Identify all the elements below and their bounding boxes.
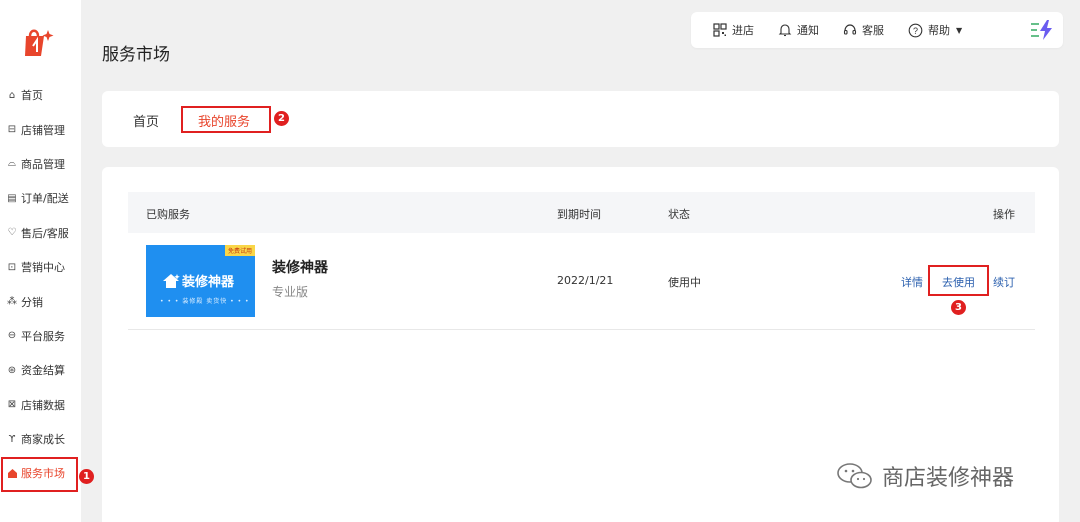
- step-badge-2: 2: [274, 111, 289, 126]
- qrcode-icon: [713, 23, 727, 37]
- highlight-box-market: [1, 457, 78, 492]
- app-logo: [22, 24, 56, 58]
- tab-home[interactable]: 首页: [133, 111, 159, 130]
- funds-icon: ⊛: [7, 364, 17, 376]
- sidebar-item-label: 资金结算: [21, 364, 65, 378]
- notify-button[interactable]: 通知: [778, 22, 819, 38]
- watermark-text: 商店装修神器: [882, 466, 1015, 491]
- thumbnail-subtitle: • • • 装修殿 卖货快 • • •: [160, 298, 250, 305]
- sidebar-item-home[interactable]: ⌂ 首页: [0, 78, 81, 112]
- sidebar-item-data[interactable]: ⊠ 店铺数据: [0, 388, 81, 422]
- sidebar-item-platform[interactable]: ⊖ 平台服务: [0, 319, 81, 353]
- sidebar: ⌂ 首页 ⊟ 店铺管理 ⌓ 商品管理 ▤ 订单/配送 ♡ 售后/客服 ⊡ 营销中…: [0, 0, 81, 522]
- store-icon: ⊟: [7, 124, 17, 136]
- sidebar-item-growth[interactable]: ϒ 商家成长: [0, 422, 81, 456]
- header-expire: 到期时间: [557, 208, 601, 221]
- sidebar-nav: ⌂ 首页 ⊟ 店铺管理 ⌓ 商品管理 ▤ 订单/配送 ♡ 售后/客服 ⊡ 营销中…: [0, 78, 81, 491]
- sidebar-item-aftersale[interactable]: ♡ 售后/客服: [0, 216, 81, 250]
- brand-bolt-icon[interactable]: [1031, 20, 1055, 43]
- top-toolbar: 进店 通知 客服 ? 帮助 ▼: [691, 12, 1063, 48]
- sidebar-item-orders[interactable]: ▤ 订单/配送: [0, 181, 81, 215]
- chevron-down-icon: ▼: [956, 25, 963, 35]
- home-icon: ⌂: [8, 89, 16, 101]
- service-icon: ♡: [7, 227, 17, 239]
- sidebar-item-label: 商家成长: [21, 433, 65, 447]
- enter-store-button[interactable]: 进店: [713, 22, 754, 38]
- help-dropdown[interactable]: ? 帮助 ▼: [908, 22, 962, 38]
- sidebar-item-products[interactable]: ⌓ 商品管理: [0, 147, 81, 181]
- sidebar-item-marketing[interactable]: ⊡ 营销中心: [0, 250, 81, 284]
- thumbnail-title-text: 装修神器: [182, 275, 235, 290]
- sidebar-item-distribution[interactable]: ⁂ 分销: [0, 284, 81, 318]
- sidebar-item-label: 售后/客服: [21, 226, 69, 240]
- sidebar-item-store[interactable]: ⊟ 店铺管理: [0, 112, 81, 146]
- service-thumbnail: 免费试用 装修神器 • • • 装修殿 卖货快 • • •: [146, 245, 255, 317]
- expire-date: 2022/1/21: [557, 274, 614, 287]
- highlight-box-my-services: [181, 106, 271, 133]
- sidebar-item-label: 订单/配送: [21, 192, 69, 206]
- help-icon: ?: [908, 23, 923, 37]
- highlight-box-use: [928, 265, 989, 296]
- table-row: 免费试用 装修神器 • • • 装修殿 卖货快 • • • 装修神器 专业版 2…: [128, 233, 1035, 330]
- sidebar-item-label: 营销中心: [21, 261, 65, 275]
- headset-icon: [843, 24, 857, 35]
- service-plan: 专业版: [272, 285, 309, 299]
- renew-link[interactable]: 续订: [993, 274, 1015, 290]
- marketing-icon: ⊡: [7, 261, 17, 273]
- status-text: 使用中: [668, 276, 701, 289]
- sidebar-item-label: 店铺管理: [21, 123, 65, 137]
- page-title: 服务市场: [102, 45, 170, 65]
- support-button[interactable]: 客服: [843, 22, 884, 38]
- svg-text:?: ?: [913, 25, 918, 35]
- order-icon: ▤: [7, 192, 17, 204]
- help-label: 帮助: [928, 24, 950, 37]
- sidebar-item-label: 店铺数据: [21, 398, 65, 412]
- enter-store-label: 进店: [732, 24, 754, 37]
- bell-icon: [778, 24, 792, 37]
- step-badge-1: 1: [79, 469, 94, 484]
- distribution-icon: ⁂: [7, 296, 17, 308]
- service-name: 装修神器: [272, 260, 328, 276]
- trial-tag: 免费试用: [224, 245, 255, 256]
- sidebar-item-label: 首页: [21, 89, 43, 103]
- thumbnail-title: 装修神器: [162, 271, 234, 290]
- sidebar-item-label: 分销: [21, 295, 43, 309]
- wechat-icon: [837, 463, 872, 489]
- bag-icon: ⌓: [8, 158, 16, 170]
- sidebar-item-label: 平台服务: [21, 329, 65, 343]
- header-action: 操作: [993, 208, 1015, 221]
- notify-label: 通知: [797, 24, 819, 37]
- step-badge-3: 3: [951, 300, 966, 315]
- chart-icon: ⊠: [7, 399, 17, 411]
- table-header: 已购服务 到期时间 状态 操作: [128, 192, 1035, 233]
- platform-icon: ⊖: [7, 330, 17, 342]
- sidebar-item-label: 商品管理: [21, 157, 65, 171]
- house-logo-icon: [163, 273, 180, 288]
- sprout-icon: ϒ: [8, 433, 16, 445]
- header-service: 已购服务: [146, 208, 190, 221]
- header-status: 状态: [668, 208, 690, 221]
- detail-link[interactable]: 详情: [901, 274, 923, 290]
- sidebar-item-funds[interactable]: ⊛ 资金结算: [0, 353, 81, 387]
- support-label: 客服: [862, 24, 884, 37]
- watermark: 商店装修神器: [836, 460, 1014, 492]
